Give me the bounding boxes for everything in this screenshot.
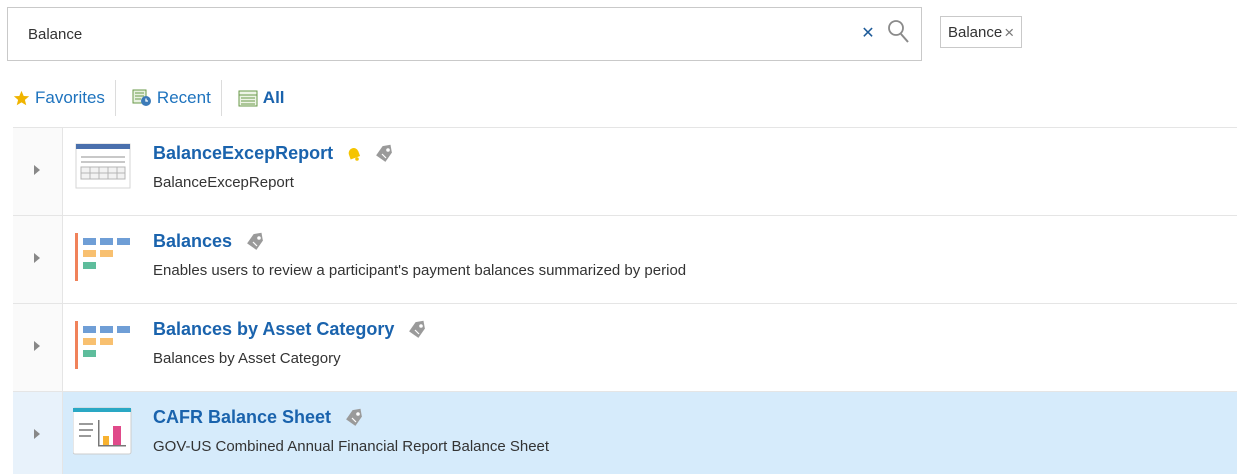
chevron-right-icon[interactable] — [34, 165, 40, 175]
dashboard-chart-icon — [72, 406, 135, 462]
filter-chip-label: Balance — [948, 23, 1003, 41]
item-description: Enables users to review a participant's … — [153, 262, 687, 279]
layout-blocks-icon — [73, 318, 135, 374]
chevron-right-icon[interactable] — [34, 341, 40, 351]
search-icon[interactable] — [886, 18, 912, 48]
tag-icon[interactable] — [244, 232, 266, 252]
item-title[interactable]: BalanceExcepReport — [153, 143, 395, 164]
all-icon — [238, 90, 258, 107]
tab-label: Favorites — [35, 88, 105, 107]
search-input[interactable] — [28, 8, 848, 60]
chevron-right-icon[interactable] — [34, 429, 40, 439]
row-gutter — [13, 392, 63, 474]
row-gutter — [13, 128, 63, 215]
tab-all[interactable]: All — [238, 78, 295, 118]
item-description: GOV-US Combined Annual Financial Report … — [153, 438, 550, 455]
layout-blocks-icon — [73, 230, 135, 286]
clear-search-icon[interactable]: ✕ — [860, 25, 876, 43]
item-title[interactable]: CAFR Balance Sheet — [153, 407, 365, 428]
tag-icon[interactable] — [343, 408, 365, 428]
bell-icon[interactable] — [345, 145, 363, 163]
item-description: BalanceExcepReport — [153, 174, 294, 191]
tab-divider — [114, 80, 116, 116]
tag-icon[interactable] — [373, 144, 395, 164]
view-tabs: Favorites Recent All — [13, 78, 295, 118]
item-title[interactable]: Balances — [153, 231, 266, 252]
tab-divider — [220, 80, 222, 116]
list-item[interactable]: CAFR Balance Sheet GOV-US Combined Annua… — [13, 391, 1237, 474]
recent-icon — [132, 89, 152, 107]
item-title-text[interactable]: BalanceExcepReport — [153, 143, 333, 164]
tab-label: Recent — [156, 88, 211, 107]
row-gutter — [13, 216, 63, 303]
star-icon — [13, 90, 30, 107]
tag-icon[interactable] — [406, 320, 428, 340]
row-gutter — [13, 304, 63, 391]
tab-favorites[interactable]: Favorites — [13, 78, 115, 118]
search-box: ✕ — [7, 7, 922, 61]
item-title-text[interactable]: Balances by Asset Category — [153, 319, 394, 340]
item-description: Balances by Asset Category — [153, 350, 341, 367]
list-item[interactable]: Balances by Asset Category Balances by A… — [13, 303, 1237, 391]
tab-recent[interactable]: Recent — [132, 78, 221, 118]
close-icon[interactable]: × — [1004, 24, 1014, 41]
item-title-text[interactable]: CAFR Balance Sheet — [153, 407, 331, 428]
results-list: BalanceExcepReport BalanceExcepReport Ba… — [13, 127, 1237, 474]
list-item[interactable]: BalanceExcepReport BalanceExcepReport — [13, 127, 1237, 215]
report-table-icon — [73, 142, 135, 198]
chevron-right-icon[interactable] — [34, 253, 40, 263]
list-item[interactable]: Balances Enables users to review a parti… — [13, 215, 1237, 303]
filter-chip: Balance × — [940, 16, 1023, 48]
item-title[interactable]: Balances by Asset Category — [153, 319, 428, 340]
tab-label: All — [262, 88, 285, 107]
item-title-text[interactable]: Balances — [153, 231, 232, 252]
